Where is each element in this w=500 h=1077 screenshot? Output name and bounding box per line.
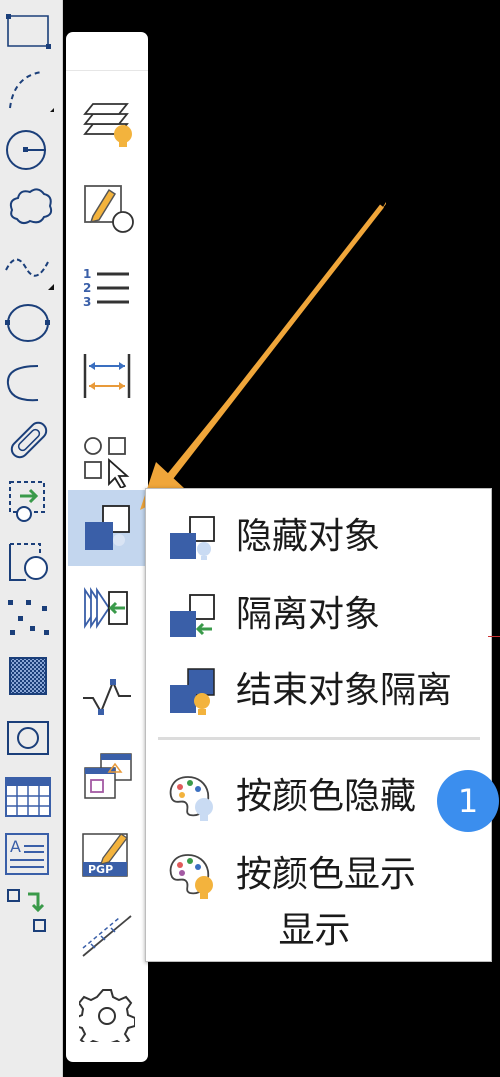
insert-block-icon bbox=[9, 481, 45, 522]
donut-icon bbox=[10, 421, 48, 459]
settings-tool[interactable] bbox=[68, 976, 146, 1052]
callout-arrow bbox=[140, 202, 386, 510]
create-block-icon bbox=[9, 543, 48, 581]
hatch-icon bbox=[9, 657, 47, 695]
menu-item-label: 隔离对象 bbox=[236, 594, 381, 635]
svg-text:PGP: PGP bbox=[88, 863, 113, 876]
pgp-edit-tool[interactable]: PGP bbox=[68, 818, 146, 894]
end-isolation-icon bbox=[170, 668, 215, 715]
move-block-icon bbox=[7, 889, 46, 932]
move-block-tool[interactable] bbox=[2, 884, 56, 936]
arc-tool[interactable] bbox=[2, 64, 56, 116]
menu-item-end-isolation[interactable]: 结束对象隔离 bbox=[146, 653, 491, 727]
isolate-import-icon bbox=[84, 587, 128, 629]
menu-item-show-by-color[interactable]: 按颜色显示 bbox=[146, 837, 491, 911]
point-tool[interactable] bbox=[2, 592, 56, 644]
quick-select-icon bbox=[84, 437, 130, 488]
revision-cloud-tool[interactable] bbox=[2, 180, 56, 232]
create-block-tool[interactable] bbox=[2, 534, 56, 586]
polyline-edit-icon bbox=[83, 679, 131, 715]
svg-text:A: A bbox=[10, 837, 21, 856]
polyline-edit-tool[interactable] bbox=[68, 652, 146, 728]
floating-toolbar: 123 PGP bbox=[66, 32, 148, 1062]
point-icon bbox=[8, 600, 49, 635]
ellipse-tool[interactable] bbox=[2, 296, 56, 348]
layer-properties-icon bbox=[83, 103, 132, 147]
circle-tool[interactable] bbox=[2, 124, 56, 176]
svg-text:2: 2 bbox=[83, 281, 91, 295]
menu-separator bbox=[158, 737, 480, 740]
region-tool[interactable] bbox=[2, 712, 56, 764]
show-by-color-icon bbox=[169, 854, 213, 899]
measure-ruler-tool[interactable] bbox=[68, 898, 146, 974]
hide-objects-flyout-menu: 隐藏对象 隔离对象 结束对象隔离 按颜色隐藏 按颜色显示 显示 bbox=[145, 488, 492, 962]
edit-attribute-icon bbox=[84, 185, 134, 233]
table-tool[interactable] bbox=[2, 770, 56, 822]
menu-item-isolate-objects[interactable]: 隔离对象 bbox=[146, 577, 491, 651]
canvas-crosshair-fragment bbox=[488, 636, 500, 637]
measure-ruler-icon bbox=[82, 915, 132, 957]
ellipse-arc-tool[interactable] bbox=[2, 356, 56, 408]
menu-item-label: 按颜色显示 bbox=[236, 854, 417, 895]
arc-icon bbox=[9, 71, 54, 112]
numbered-list-icon: 123 bbox=[83, 267, 129, 309]
svg-text:1: 1 bbox=[83, 267, 91, 281]
ellipse-arc-icon bbox=[6, 365, 39, 402]
table-icon bbox=[5, 777, 51, 817]
menu-item-label: 按颜色隐藏 bbox=[236, 776, 417, 817]
settings-gear-icon bbox=[79, 989, 135, 1042]
isolate-objects-icon bbox=[170, 594, 215, 637]
hide-objects-icon bbox=[170, 516, 215, 560]
spline-tool[interactable] bbox=[2, 240, 56, 292]
layer-properties-tool[interactable] bbox=[68, 84, 146, 160]
spline-icon bbox=[5, 258, 54, 290]
hide-by-color-icon bbox=[169, 776, 213, 821]
xref-overlay-tool[interactable] bbox=[68, 738, 146, 814]
insert-block-tool[interactable] bbox=[2, 474, 56, 526]
rectangle-icon bbox=[6, 14, 51, 49]
xref-overlay-icon bbox=[84, 753, 132, 799]
menu-item-label: 结束对象隔离 bbox=[236, 670, 453, 711]
dimension-icon bbox=[83, 354, 131, 398]
donut-tool[interactable] bbox=[2, 414, 56, 466]
svg-text:3: 3 bbox=[83, 295, 91, 309]
menu-item-hide-objects[interactable]: 隐藏对象 bbox=[146, 499, 491, 573]
rectangle-tool[interactable] bbox=[2, 4, 56, 56]
menu-item-label: 隐藏对象 bbox=[236, 516, 381, 557]
menu-footer-show[interactable]: 显示 bbox=[146, 909, 491, 953]
revision-cloud-icon bbox=[9, 188, 53, 225]
multiline-text-icon: A bbox=[5, 833, 49, 875]
ellipse-icon bbox=[5, 304, 50, 342]
left-drawing-toolbar: A bbox=[0, 0, 63, 1077]
region-icon bbox=[7, 721, 49, 755]
hatch-tool[interactable] bbox=[2, 650, 56, 702]
hide-objects-icon bbox=[85, 505, 130, 550]
isolate-import-tool[interactable] bbox=[68, 572, 146, 648]
pgp-edit-icon: PGP bbox=[82, 833, 128, 877]
step-number-badge: 1 bbox=[437, 770, 499, 832]
multiline-text-tool[interactable]: A bbox=[2, 828, 56, 880]
menu-footer-label: 显示 bbox=[278, 910, 351, 951]
circle-icon bbox=[6, 130, 46, 170]
toolbar-drag-handle[interactable] bbox=[66, 32, 148, 71]
